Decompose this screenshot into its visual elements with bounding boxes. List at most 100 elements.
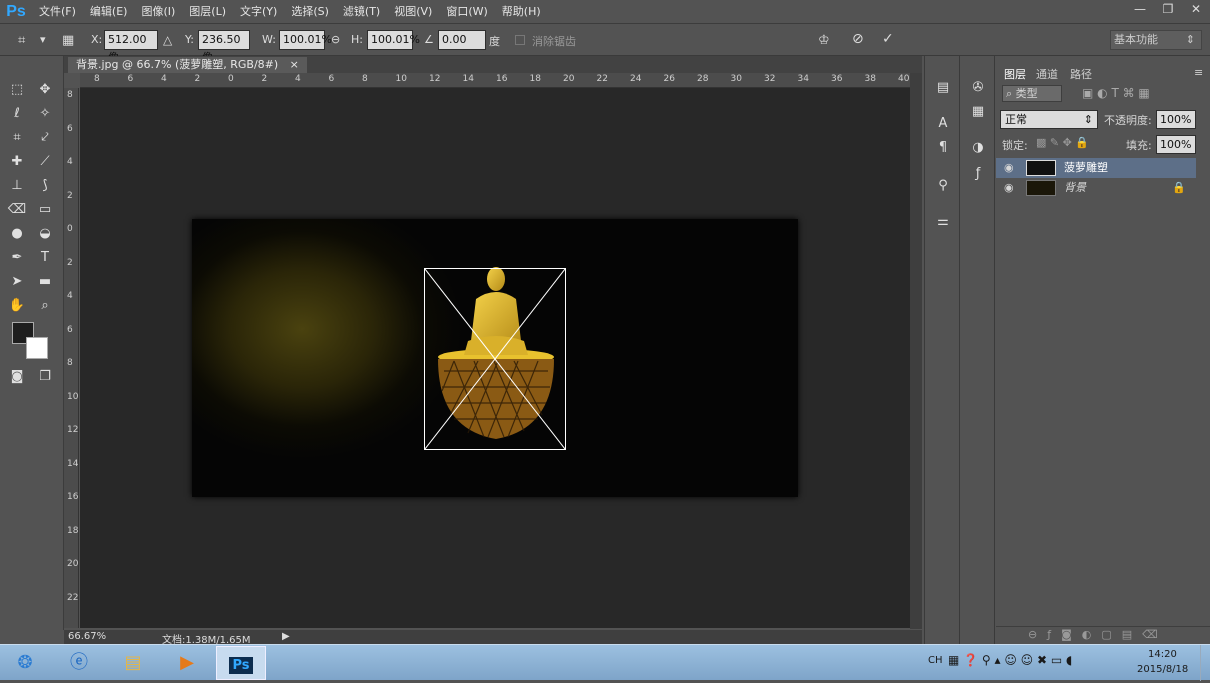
stamp-icon[interactable]: ⊥ (6, 176, 28, 196)
dodge-icon[interactable]: ◒ (34, 224, 56, 244)
antialias-checkbox[interactable] (515, 35, 525, 45)
document-image[interactable] (192, 219, 798, 497)
menu-edit[interactable]: 编辑(E) (83, 0, 135, 24)
height-field[interactable]: 100.01% (367, 30, 420, 50)
panel-menu-icon[interactable]: ≡ (1194, 66, 1203, 79)
quick-mask-icon[interactable]: ◙ (6, 367, 28, 387)
eye-icon[interactable]: ◉ (1004, 178, 1014, 198)
tab-channels[interactable]: 通道 (1036, 66, 1058, 82)
ruler-tick-label: 10 (395, 74, 407, 84)
transform-tool-icon[interactable]: ⌗ (18, 33, 25, 48)
opacity-field[interactable]: 100% (1156, 110, 1196, 129)
zoom-level[interactable]: 66.67% (68, 631, 106, 642)
screen-mode-icon[interactable]: ❐ (34, 367, 56, 387)
show-desktop-button[interactable] (1200, 645, 1210, 681)
tray-icons[interactable]: ▦ ❓ ⚲ ▴ ☺ ☺ ✖ ▭ ◖ (948, 653, 1072, 667)
magic-wand-icon[interactable]: ✧ (34, 104, 56, 124)
eraser-icon[interactable]: ⌫ (6, 200, 28, 220)
menu-filter[interactable]: 滤镜(T) (336, 0, 387, 24)
background-color-swatch[interactable] (26, 337, 48, 359)
horizontal-ruler: 8 6 4 2 0 2 4 6 8 10 12 14 16 18 20 22 24 26 28 30 32 34 36 38 4… (80, 73, 943, 88)
media-player-icon[interactable]: ▶ (162, 646, 212, 680)
antialias-label: 消除锯齿 (532, 35, 576, 48)
vertical-scrollbar[interactable] (910, 73, 922, 629)
menu-layer[interactable]: 图层(L) (182, 0, 233, 24)
layer-row-selected[interactable]: ◉ 菠萝雕塑 (996, 158, 1196, 178)
x-field[interactable]: 512.00 像 (104, 30, 158, 64)
ruler-tick-label: 10 (67, 391, 79, 402)
delta-icon[interactable]: △ (163, 33, 172, 47)
language-indicator[interactable]: CH (928, 655, 943, 666)
move-icon[interactable]: ✥ (34, 80, 56, 100)
history-brush-icon[interactable]: ⟆ (34, 176, 56, 196)
menu-view[interactable]: 视图(V) (387, 0, 439, 24)
blur-icon[interactable]: ● (6, 224, 28, 244)
adjustments-icon[interactable]: ◑ (966, 138, 990, 158)
swatches-icon[interactable]: ▦ (966, 102, 990, 122)
history-icon[interactable]: ▤ (931, 78, 955, 98)
y-field[interactable]: 236.50 像 (198, 30, 250, 64)
menu-image[interactable]: 图像(I) (134, 0, 182, 24)
chevron-right-icon[interactable]: ▶ (282, 631, 290, 642)
close-button[interactable]: ✕ (1182, 0, 1210, 18)
width-field[interactable]: 100.01% (279, 30, 332, 50)
layer-actions-bar[interactable]: ⊖ƒ◙◐▢▤⌫ (996, 626, 1210, 642)
lasso-icon[interactable]: ℓ (6, 104, 28, 124)
healing-icon[interactable]: ✚ (6, 152, 28, 172)
filter-icons[interactable]: ▣ ◐ T ⌘ ▦ (1082, 86, 1150, 100)
start-icon[interactable]: ❂ (0, 646, 50, 680)
paragraph-icon[interactable]: ¶ (931, 138, 955, 158)
lock-icons[interactable]: ▩ ✎ ✥ 🔒 (1036, 136, 1089, 149)
chevron-down-icon[interactable]: ▾ (40, 33, 46, 46)
character-icon[interactable]: A (931, 114, 955, 134)
blend-mode-select[interactable]: 正常 ⇕ (1000, 110, 1098, 129)
crop-icon[interactable]: ⌗ (6, 128, 28, 148)
eye-icon[interactable]: ◉ (1004, 158, 1014, 178)
ruler-tick-label: 26 (663, 74, 675, 84)
close-icon[interactable]: × (290, 58, 299, 71)
filter-kind-select[interactable]: ⌕ 类型 (1002, 85, 1062, 102)
eyedropper-icon[interactable]: ⤦ (34, 128, 56, 148)
brush-preset-icon[interactable]: ⚲ (931, 176, 955, 196)
path-select-icon[interactable]: ➤ (6, 272, 28, 292)
ie-icon[interactable]: ⓔ (54, 646, 104, 680)
fill-field[interactable]: 100% (1156, 135, 1196, 154)
restore-button[interactable]: ❐ (1154, 0, 1182, 18)
link-icon[interactable]: ⊖ (331, 33, 340, 46)
tab-paths[interactable]: 路径 (1070, 66, 1092, 82)
cancel-icon[interactable]: ⊘ (852, 31, 864, 47)
properties-icon[interactable]: ⚌ (931, 212, 955, 232)
styles-icon[interactable]: ƒ (966, 164, 990, 184)
navigator-icon[interactable]: ✇ (966, 78, 990, 98)
reference-point-icon[interactable]: ▦ (62, 33, 74, 48)
ruler-tick-label: 4 (295, 74, 301, 84)
menu-file[interactable]: 文件(F) (32, 0, 83, 24)
ruler-tick-label: 14 (67, 458, 79, 469)
angle-field[interactable]: 0.00 (438, 30, 486, 50)
menu-help[interactable]: 帮助(H) (495, 0, 548, 24)
tab-layers[interactable]: 图层 (1004, 66, 1026, 82)
workspace-select[interactable]: 基本功能 ⇕ (1110, 30, 1202, 50)
photoshop-taskbar-icon[interactable]: Ps (216, 646, 266, 680)
folder-icon[interactable]: ▤ (108, 646, 158, 680)
ruler-tick-label: 40 (898, 74, 910, 84)
brush-icon[interactable]: ⟋ (34, 152, 56, 172)
ruler-tick-label: 0 (67, 224, 73, 234)
commit-icon[interactable]: ✓ (882, 31, 894, 47)
zoom-icon[interactable]: ⌕ (34, 296, 56, 316)
gradient-icon[interactable]: ▭ (34, 200, 56, 220)
menu-type[interactable]: 文字(Y) (233, 0, 284, 24)
warp-icon[interactable]: ♔ (818, 33, 830, 48)
menu-select[interactable]: 选择(S) (284, 0, 336, 24)
menu-window[interactable]: 窗口(W) (439, 0, 494, 24)
transform-bounding-box[interactable] (424, 268, 566, 450)
hand-icon[interactable]: ✋ (6, 296, 28, 316)
marquee-icon[interactable]: ⬚ (6, 80, 28, 100)
pen-icon[interactable]: ✒ (6, 248, 28, 268)
type-icon[interactable]: T (34, 248, 56, 268)
minimize-button[interactable]: — (1126, 0, 1154, 18)
fill-label: 填充: (1126, 139, 1152, 152)
shape-icon[interactable]: ▬ (34, 272, 56, 292)
document-tab[interactable]: 背景.jpg @ 66.7% (菠萝雕塑, RGB/8#) × (68, 57, 307, 73)
layer-row[interactable]: ◉ 背景 🔒 (996, 178, 1196, 198)
